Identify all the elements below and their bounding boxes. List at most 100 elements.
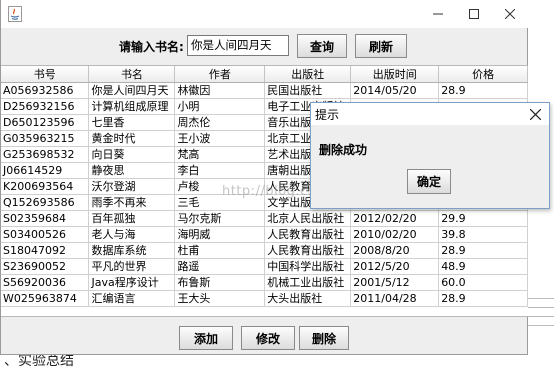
table-cell[interactable]: 王小波 bbox=[174, 130, 266, 147]
table-cell[interactable]: A056932586 bbox=[1, 82, 90, 99]
table-cell[interactable]: 大头出版社 bbox=[264, 290, 352, 307]
refresh-button[interactable]: 刷新 bbox=[355, 34, 407, 58]
dialog-titlebar[interactable]: 提示 bbox=[311, 103, 549, 125]
table-cell[interactable]: Java程序设计 bbox=[88, 274, 176, 291]
table-cell[interactable]: 29.9 bbox=[438, 210, 528, 227]
column-header[interactable]: 价格 bbox=[438, 66, 528, 83]
table-cell[interactable]: 计算机组成原理 bbox=[88, 98, 176, 115]
delete-button[interactable]: 删除 bbox=[299, 326, 349, 350]
table-cell[interactable]: 卢梭 bbox=[174, 178, 266, 195]
ok-button[interactable]: 确定 bbox=[407, 169, 451, 194]
table-cell[interactable]: 杜甫 bbox=[174, 242, 266, 259]
table-cell[interactable]: 小明 bbox=[174, 98, 266, 115]
table-cell[interactable]: 机械工业出版社 bbox=[264, 274, 352, 291]
column-header[interactable]: 作者 bbox=[174, 66, 266, 83]
message-dialog: 提示 删除成功 确定 bbox=[310, 102, 550, 209]
table-cell[interactable]: 布鲁斯 bbox=[174, 274, 266, 291]
table-cell[interactable]: J06614529 bbox=[1, 162, 90, 179]
table-row[interactable]: S03400526 老人与海 海明威 人民教育出版社 2010/02/20 39.8 bbox=[1, 226, 528, 243]
table-cell[interactable]: 2012/5/20 bbox=[350, 258, 440, 275]
table-cell[interactable]: 沃尔登湖 bbox=[88, 178, 176, 195]
table-cell[interactable]: 28.9 bbox=[438, 82, 528, 99]
table-cell[interactable]: 48.9 bbox=[438, 258, 528, 275]
dialog-message: 删除成功 bbox=[319, 143, 368, 157]
table-cell[interactable]: 28.9 bbox=[438, 242, 528, 259]
table-cell[interactable]: 周杰伦 bbox=[174, 114, 266, 131]
table-cell[interactable]: 2011/04/28 bbox=[350, 290, 440, 307]
table-cell[interactable]: 林徽因 bbox=[174, 82, 266, 99]
table-cell[interactable]: 黄金时代 bbox=[88, 130, 176, 147]
table-cell[interactable]: W025963874 bbox=[1, 290, 90, 307]
table-cell[interactable]: S18047092 bbox=[1, 242, 90, 259]
java-app-icon bbox=[8, 6, 22, 22]
table-cell[interactable]: 百年孤独 bbox=[88, 210, 176, 227]
column-header[interactable]: 出版时间 bbox=[350, 66, 440, 83]
table-cell[interactable]: 三毛 bbox=[174, 194, 266, 211]
table-cell[interactable]: 民国出版社 bbox=[264, 82, 352, 99]
minimize-button[interactable] bbox=[420, 0, 456, 28]
column-header[interactable]: 出版社 bbox=[264, 66, 352, 83]
table-cell[interactable]: 北京人民出版社 bbox=[264, 210, 352, 227]
table-cell[interactable]: 28.9 bbox=[438, 290, 528, 307]
dialog-close-button[interactable] bbox=[527, 106, 543, 122]
table-cell[interactable]: S03400526 bbox=[1, 226, 90, 243]
table-cell[interactable]: 2012/02/20 bbox=[350, 210, 440, 227]
table-cell[interactable]: 汇编语言 bbox=[88, 290, 176, 307]
table-cell[interactable]: 海明威 bbox=[174, 226, 266, 243]
table-row[interactable]: W025963874 汇编语言 王大头 大头出版社 2011/04/28 28.9 bbox=[1, 290, 528, 307]
table-cell[interactable]: Q152693586 bbox=[1, 194, 90, 211]
table-row[interactable]: S56920036 Java程序设计 布鲁斯 机械工业出版社 2001/5/12 60.0 bbox=[1, 274, 528, 291]
table-cell[interactable]: K200693564 bbox=[1, 178, 90, 195]
table-cell[interactable]: 李白 bbox=[174, 162, 266, 179]
table-cell[interactable]: 雨季不再来 bbox=[88, 194, 176, 211]
search-input[interactable]: 你是人间四月天 bbox=[187, 35, 289, 56]
table-cell[interactable]: G035963215 bbox=[1, 130, 90, 147]
window-controls bbox=[420, 0, 528, 28]
table-cell[interactable]: 人民教育出版社 bbox=[264, 242, 352, 259]
window-titlebar[interactable] bbox=[1, 0, 528, 28]
table-cell[interactable]: 梵高 bbox=[174, 146, 266, 163]
table-cell[interactable]: 中国科学出版社 bbox=[264, 258, 352, 275]
table-cell[interactable]: 2010/02/20 bbox=[350, 226, 440, 243]
dialog-title: 提示 bbox=[315, 108, 340, 122]
table-cell[interactable]: 数据库系统 bbox=[88, 242, 176, 259]
table-row[interactable]: A056932586 你是人间四月天 林徽因 民国出版社 2014/05/20 28.9 bbox=[1, 82, 528, 99]
table-cell[interactable]: 60.0 bbox=[438, 274, 528, 291]
minimize-icon bbox=[433, 13, 443, 15]
table-cell[interactable]: 2008/8/20 bbox=[350, 242, 440, 259]
table-row[interactable]: S18047092 数据库系统 杜甫 人民教育出版社 2008/8/20 28.9 bbox=[1, 242, 528, 259]
table-cell[interactable]: D256932156 bbox=[1, 98, 90, 115]
table-cell[interactable]: 七里香 bbox=[88, 114, 176, 131]
table-row[interactable]: S23690052 平凡的世界 路遥 中国科学出版社 2012/5/20 48.9 bbox=[1, 258, 528, 275]
table-cell[interactable]: 马尔克斯 bbox=[174, 210, 266, 227]
search-label: 请输入书名: bbox=[119, 40, 184, 54]
table-cell[interactable]: 路遥 bbox=[174, 258, 266, 275]
table-cell[interactable]: 王大头 bbox=[174, 290, 266, 307]
table-row[interactable]: S02359684 百年孤独 马尔克斯 北京人民出版社 2012/02/20 29.9 bbox=[1, 210, 528, 227]
add-button[interactable]: 添加 bbox=[179, 326, 233, 350]
table-cell[interactable]: 39.8 bbox=[438, 226, 528, 243]
action-bar: 添加 修改 删除 bbox=[1, 324, 528, 352]
table-cell[interactable]: S56920036 bbox=[1, 274, 90, 291]
edit-button[interactable]: 修改 bbox=[241, 326, 295, 350]
table-cell[interactable]: S02359684 bbox=[1, 210, 90, 227]
maximize-button[interactable] bbox=[456, 0, 492, 28]
table-cell[interactable]: G253698532 bbox=[1, 146, 90, 163]
column-header[interactable]: 书号 bbox=[1, 66, 90, 83]
table-cell[interactable]: 人民教育出版社 bbox=[264, 226, 352, 243]
table-cell[interactable]: D650123596 bbox=[1, 114, 90, 131]
table-cell[interactable]: S23690052 bbox=[1, 258, 90, 275]
table-cell[interactable]: 2001/5/12 bbox=[350, 274, 440, 291]
table-cell[interactable]: 你是人间四月天 bbox=[88, 82, 176, 99]
close-icon bbox=[529, 108, 541, 120]
table-cell[interactable]: 平凡的世界 bbox=[88, 258, 176, 275]
search-button[interactable]: 查询 bbox=[297, 34, 347, 58]
table-cell[interactable]: 老人与海 bbox=[88, 226, 176, 243]
column-header[interactable]: 书名 bbox=[88, 66, 176, 83]
background-lines bbox=[528, 290, 554, 350]
table-cell[interactable]: 静夜思 bbox=[88, 162, 176, 179]
table-cell[interactable]: 2014/05/20 bbox=[350, 82, 440, 99]
close-window-button[interactable] bbox=[492, 0, 528, 28]
table-cell[interactable]: 向日葵 bbox=[88, 146, 176, 163]
close-icon bbox=[505, 9, 515, 19]
